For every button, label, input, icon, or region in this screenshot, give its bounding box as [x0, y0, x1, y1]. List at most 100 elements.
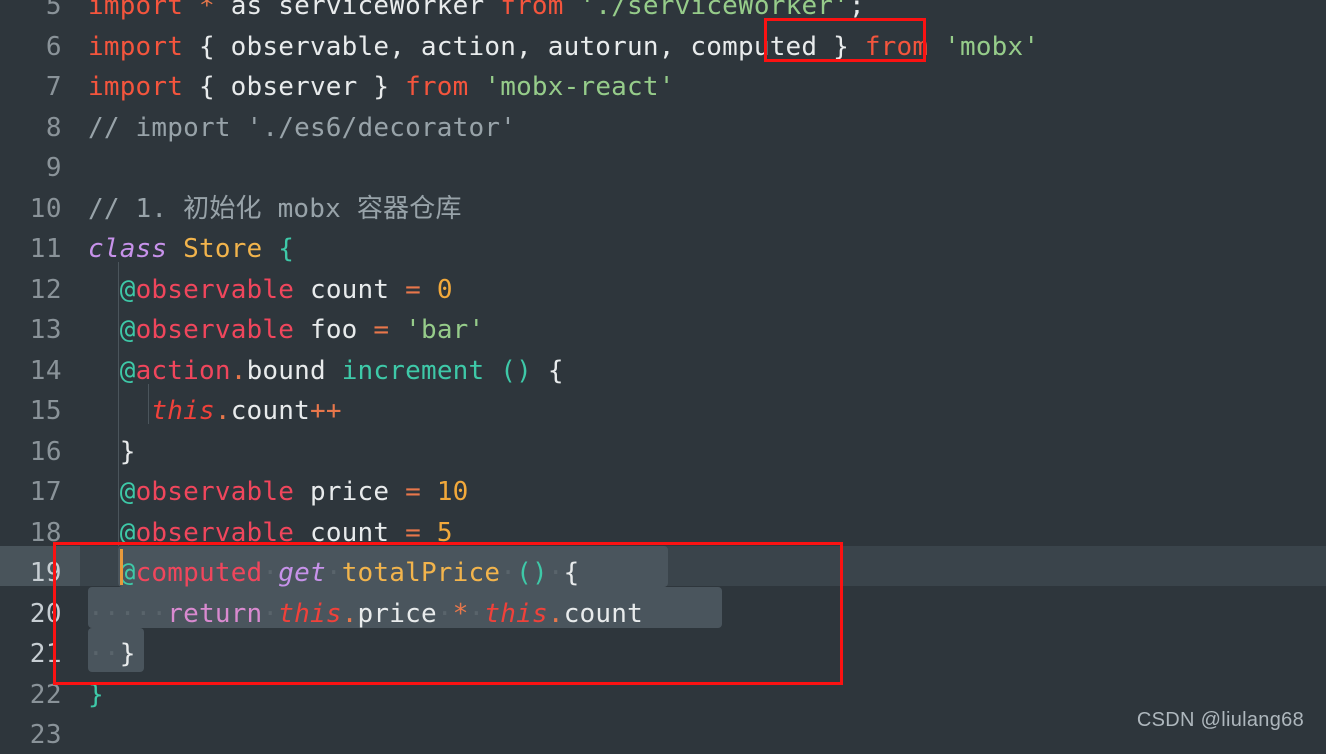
- token: {: [278, 234, 295, 264]
- token: ·: [468, 598, 485, 629]
- line-number-6[interactable]: 6: [2, 27, 62, 68]
- csdn-watermark: CSDN @liulang68: [1136, 708, 1304, 731]
- token: *: [198, 0, 215, 21]
- token: './serviceWorker': [579, 0, 850, 21]
- line-number-17[interactable]: 17: [2, 472, 62, 513]
- token: { observer }: [183, 72, 406, 102]
- token: as serviceWorker: [214, 0, 501, 21]
- line-number-12[interactable]: 12: [2, 270, 62, 311]
- line-number-7[interactable]: 7: [2, 67, 62, 108]
- token: this: [278, 598, 342, 629]
- code-editor-viewport[interactable]: 5 6 7 8 9 10 11 12 13 14 15 16 17 18 19 20 21 22 23 import…: [0, 0, 1326, 754]
- token: @: [119, 355, 136, 386]
- token: this: [151, 396, 215, 426]
- token: 'mobx-react': [484, 72, 675, 102]
- token: 'mobx': [944, 31, 1040, 62]
- token: // import './es6/decorator': [88, 112, 517, 143]
- token: .: [214, 396, 231, 426]
- token: =: [373, 315, 390, 345]
- token: *: [452, 598, 469, 629]
- code-line-15[interactable]: this.count++: [88, 391, 342, 432]
- code-line-7[interactable]: import { observer } from 'mobx-react': [88, 67, 675, 108]
- token: import: [88, 72, 184, 102]
- line-number-18[interactable]: 18: [2, 513, 62, 554]
- token: {: [547, 355, 564, 386]
- token: ·: [436, 598, 453, 629]
- token: (): [500, 355, 532, 386]
- token: ··: [88, 639, 120, 669]
- line-number-15[interactable]: 15: [2, 391, 62, 432]
- token: =: [405, 274, 421, 305]
- line-number-5[interactable]: 5: [2, 0, 62, 27]
- code-line-13[interactable]: @observable foo = 'bar': [88, 310, 484, 351]
- token: }: [119, 436, 136, 467]
- line-number-22[interactable]: 22: [2, 675, 62, 716]
- line-number-14[interactable]: 14: [2, 351, 62, 392]
- token: count: [294, 517, 406, 548]
- token: }: [119, 639, 136, 669]
- code-line-20[interactable]: ·····return·this.price·*·this.count: [88, 594, 643, 635]
- line-number-20[interactable]: 20: [2, 594, 62, 635]
- code-line-18[interactable]: @observable count = 5: [88, 513, 453, 554]
- line-number-9[interactable]: 9: [2, 148, 62, 189]
- token: bound: [246, 355, 326, 386]
- code-line-14[interactable]: @action.bound increment () {: [88, 351, 564, 392]
- token: observable: [135, 477, 295, 507]
- code-line-19[interactable]: @computed·get·totalPrice·()·{: [88, 553, 580, 594]
- line-number-21[interactable]: 21: [2, 634, 62, 675]
- token: from: [864, 31, 929, 62]
- code-line-5[interactable]: import * as serviceWorker from './servic…: [88, 0, 865, 27]
- token: from: [500, 0, 564, 21]
- line-number-19[interactable]: 19: [2, 553, 62, 594]
- code-line-17[interactable]: @observable price = 10: [88, 472, 469, 513]
- line-number-23[interactable]: 23: [2, 715, 62, 754]
- token: count: [230, 396, 310, 426]
- token: (): [516, 558, 548, 588]
- code-line-8[interactable]: // import './es6/decorator': [88, 108, 516, 149]
- token: observable: [135, 274, 295, 305]
- text-caret: [120, 549, 123, 585]
- code-line-21[interactable]: ··}: [88, 634, 136, 675]
- token: @: [119, 274, 136, 305]
- line-number-11[interactable]: 11: [2, 229, 62, 270]
- code-line-22[interactable]: }: [88, 675, 104, 716]
- code-line-11[interactable]: class Store {: [88, 229, 294, 270]
- line-number-16[interactable]: 16: [2, 432, 62, 473]
- token: ;: [849, 0, 865, 21]
- code-content-area[interactable]: import * as serviceWorker from './servic…: [80, 0, 1326, 754]
- line-number-13[interactable]: 13: [2, 310, 62, 351]
- token: ·: [500, 558, 517, 588]
- token: .: [230, 355, 247, 386]
- token: get: [278, 558, 326, 588]
- line-number-8[interactable]: 8: [2, 108, 62, 149]
- token: =: [405, 517, 421, 548]
- code-line-10[interactable]: // 1. 初始化 mobx 容器仓库: [88, 189, 462, 230]
- code-line-12[interactable]: @observable count = 0: [88, 270, 453, 311]
- line-number-10[interactable]: 10: [2, 189, 62, 230]
- token: ·: [262, 598, 279, 629]
- line-number-gutter[interactable]: 5 6 7 8 9 10 11 12 13 14 15 16 17 18 19 20 21 22 23: [0, 0, 80, 754]
- token: import: [88, 31, 184, 62]
- token: from: [405, 72, 469, 102]
- token: @: [119, 315, 136, 345]
- token: .: [547, 598, 564, 629]
- token: 'bar': [405, 315, 485, 345]
- code-line-6[interactable]: import { observable, action, autorun, co…: [88, 27, 1039, 68]
- token: count: [294, 274, 406, 305]
- token: Store: [183, 234, 263, 264]
- code-line-16[interactable]: }: [88, 432, 136, 473]
- token: ++: [309, 396, 342, 426]
